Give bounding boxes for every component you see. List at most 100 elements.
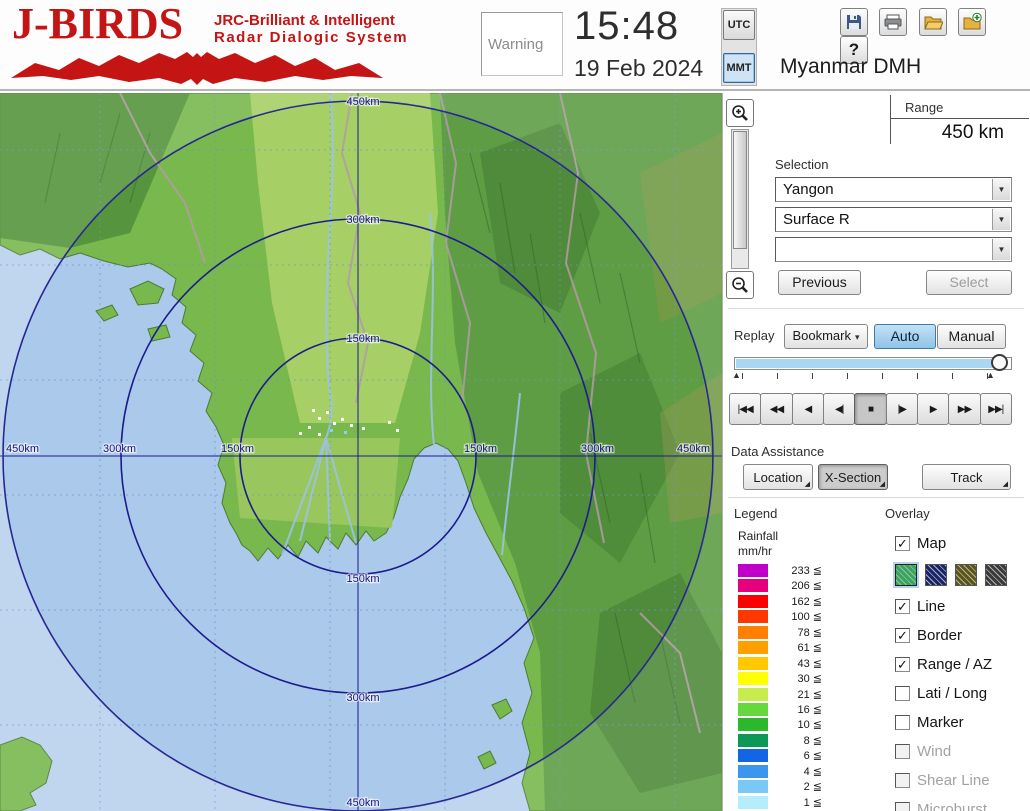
utc-button[interactable]: UTC bbox=[723, 10, 755, 40]
legend-unit-2: mm/hr bbox=[738, 544, 772, 558]
timeline-handle[interactable] bbox=[991, 354, 1008, 371]
transport-skip-start-button[interactable]: |◀◀ bbox=[729, 393, 761, 425]
transport-step-back-button[interactable]: ◀| bbox=[823, 393, 855, 425]
svg-text:450km: 450km bbox=[346, 797, 379, 809]
zoom-slider-thumb[interactable] bbox=[733, 131, 747, 249]
zoom-out-button[interactable] bbox=[726, 271, 754, 299]
location-button[interactable]: Location◢ bbox=[743, 464, 813, 490]
legend-color-swatch bbox=[738, 595, 768, 608]
overlay-item-shear-line: Shear Line bbox=[895, 766, 1029, 795]
svg-text:300km: 300km bbox=[346, 692, 379, 704]
save-button[interactable] bbox=[840, 8, 868, 36]
overlay-list: ✓Map✓Line✓Border✓Range / AZLati / LongMa… bbox=[895, 529, 1029, 811]
station-dropdown[interactable]: Yangon ▼ bbox=[775, 177, 1012, 202]
eagle-logo-icon bbox=[6, 50, 388, 91]
previous-button[interactable]: Previous bbox=[778, 270, 861, 295]
timeline-progress bbox=[736, 359, 1001, 368]
station-dropdown-value: Yangon bbox=[783, 181, 834, 198]
chevron-down-icon[interactable]: ▼ bbox=[992, 239, 1010, 260]
overlay-item-map[interactable]: ✓ Map bbox=[895, 529, 1029, 558]
svg-text:150km: 150km bbox=[464, 443, 497, 455]
range-value: 450 km bbox=[942, 122, 1004, 144]
zoom-in-button[interactable] bbox=[726, 99, 754, 127]
map-style-swatch-1[interactable] bbox=[895, 564, 917, 586]
header: J-BIRDS JRC-Brilliant & Intelligent Rada… bbox=[0, 0, 1030, 91]
transport-rewind-button[interactable]: ◀◀ bbox=[760, 393, 792, 425]
logo-subtitle-1: JRC-Brilliant & Intelligent bbox=[214, 12, 395, 29]
selection-label: Selection bbox=[775, 157, 828, 172]
corner-dropdown-icon: ◢ bbox=[880, 481, 885, 488]
warning-label: Warning bbox=[488, 36, 543, 53]
legend-color-swatch bbox=[738, 610, 768, 623]
legend-color-swatch bbox=[738, 749, 768, 762]
legend-color-swatch bbox=[738, 672, 768, 685]
legend-color-swatch bbox=[738, 780, 768, 793]
checkbox[interactable]: ✓ bbox=[895, 599, 910, 614]
legend-row: 2 ≦ bbox=[738, 779, 838, 794]
checkbox[interactable] bbox=[895, 715, 910, 730]
jbirds-app: J-BIRDS JRC-Brilliant & Intelligent Rada… bbox=[0, 0, 1030, 811]
print-icon bbox=[883, 12, 903, 32]
print-button[interactable] bbox=[879, 8, 907, 36]
manual-button[interactable]: Manual bbox=[937, 324, 1006, 349]
app-logo: J-BIRDS bbox=[12, 0, 183, 49]
legend-value: 4 ≦ bbox=[774, 765, 822, 778]
legend-row: 6 ≦ bbox=[738, 748, 838, 763]
overlay-item-border[interactable]: ✓Border bbox=[895, 621, 1029, 650]
map-style-swatch-4[interactable] bbox=[985, 564, 1007, 586]
svg-text:150km: 150km bbox=[346, 333, 379, 345]
checkbox[interactable]: ✓ bbox=[895, 657, 910, 672]
checkbox[interactable]: ✓ bbox=[895, 628, 910, 643]
control-panel: Range 450 km Selection Yangon ▼ Surface … bbox=[722, 93, 1030, 811]
checkbox bbox=[895, 773, 910, 788]
checkbox bbox=[895, 802, 910, 811]
timeline-track[interactable] bbox=[734, 357, 1012, 370]
mmt-button[interactable]: MMT bbox=[723, 53, 755, 83]
overlay-item-label: Wind bbox=[917, 743, 951, 760]
auto-button[interactable]: Auto bbox=[874, 324, 936, 349]
legend-color-swatch bbox=[738, 765, 768, 778]
legend-row: 4 ≦ bbox=[738, 764, 838, 779]
replay-timeline: ▲ ▲ bbox=[734, 357, 1012, 387]
range-display: Range 450 km bbox=[890, 95, 1028, 144]
zoom-slider-track[interactable] bbox=[731, 129, 749, 269]
checkbox[interactable] bbox=[895, 686, 910, 701]
overlay-item-label: Range / AZ bbox=[917, 656, 992, 673]
select-button[interactable]: Select bbox=[926, 270, 1012, 295]
map-style-swatch-3[interactable] bbox=[955, 564, 977, 586]
bookmark-label: Bookmark bbox=[792, 328, 851, 343]
radar-map[interactable]: 450km 300km 150km 150km 300km 450km 450k… bbox=[0, 93, 722, 811]
overlay-item-label: Map bbox=[917, 535, 946, 552]
overlay-item-label: Marker bbox=[917, 714, 964, 731]
overlay-item-lati-long[interactable]: Lati / Long bbox=[895, 679, 1029, 708]
chevron-down-icon[interactable]: ▼ bbox=[992, 209, 1010, 230]
chevron-down-icon[interactable]: ▼ bbox=[992, 179, 1010, 200]
extra-dropdown[interactable]: ▼ bbox=[775, 237, 1012, 262]
transport-skip-end-button[interactable]: ▶▶| bbox=[980, 393, 1012, 425]
transport-step-forward-button[interactable]: |▶ bbox=[886, 393, 918, 425]
replay-label: Replay bbox=[734, 328, 774, 343]
legend-label: Legend bbox=[734, 506, 777, 521]
map-style-swatch-2[interactable] bbox=[925, 564, 947, 586]
legend-value: 8 ≦ bbox=[774, 734, 822, 747]
transport-play-button[interactable]: ▶ bbox=[917, 393, 949, 425]
track-button[interactable]: Track◢ bbox=[922, 464, 1011, 490]
legend-row: 21 ≦ bbox=[738, 687, 838, 702]
transport-play-reverse-button[interactable]: ◀ bbox=[792, 393, 824, 425]
overlay-item-label: Microburst bbox=[917, 801, 987, 811]
bookmark-button[interactable]: Bookmark▾ bbox=[784, 324, 868, 349]
da-button-label: X-Section bbox=[825, 470, 881, 485]
overlay-item-range-az[interactable]: ✓ Range / AZ bbox=[895, 650, 1029, 679]
overlay-item-line[interactable]: ✓Line bbox=[895, 592, 1029, 621]
transport-fast-forward-button[interactable]: ▶▶ bbox=[948, 393, 980, 425]
product-dropdown[interactable]: Surface R ▼ bbox=[775, 207, 1012, 232]
legend-value: 233 ≦ bbox=[774, 564, 822, 577]
checkbox[interactable]: ✓ bbox=[895, 536, 910, 551]
transport-stop-button[interactable]: ■ bbox=[854, 393, 886, 425]
x-section-button[interactable]: X-Section◢ bbox=[818, 464, 888, 490]
import-data-button[interactable] bbox=[958, 8, 986, 36]
folder-plus-icon bbox=[962, 12, 982, 32]
timezone-switch: UTC MMT bbox=[721, 8, 757, 86]
open-file-button[interactable] bbox=[919, 8, 947, 36]
overlay-item-marker[interactable]: Marker bbox=[895, 708, 1029, 737]
